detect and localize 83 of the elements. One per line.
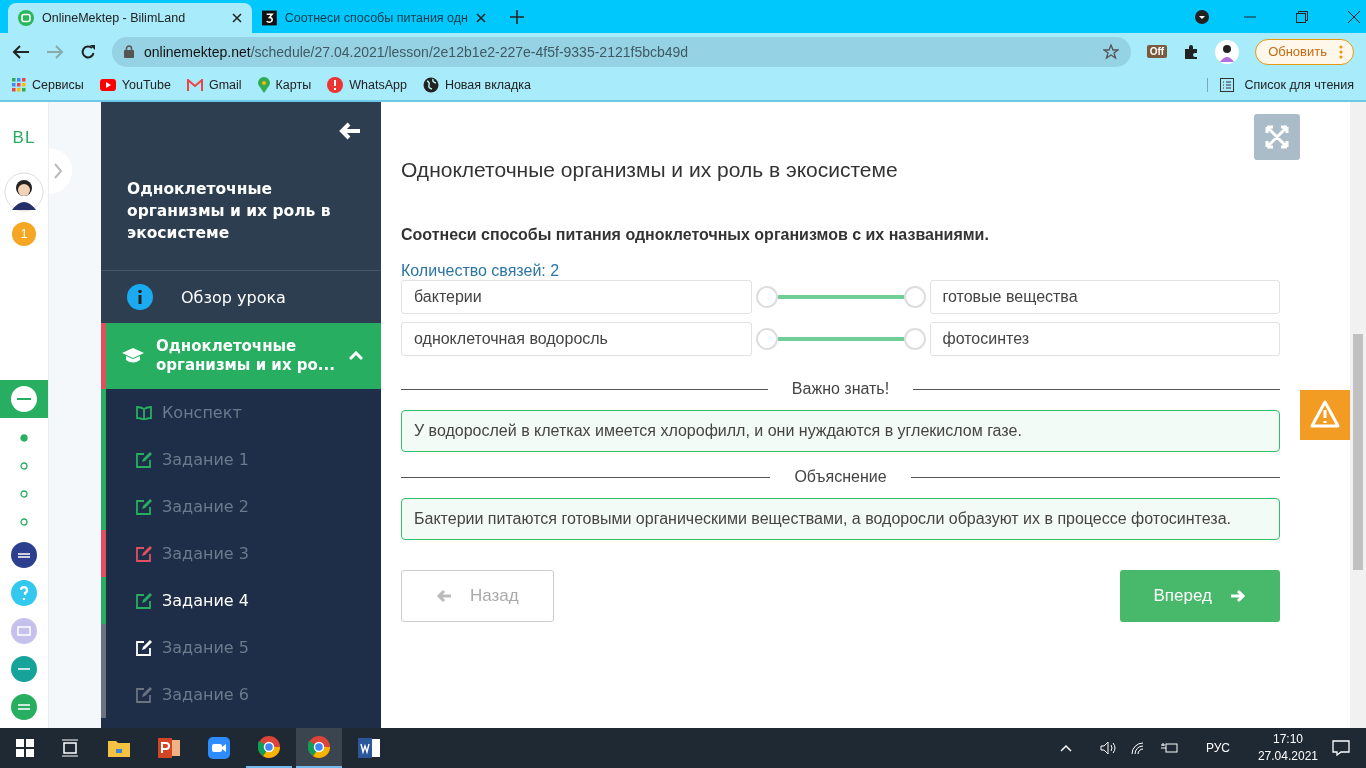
bookmark[interactable]: WhatsApp [327,77,407,93]
star-icon[interactable] [1102,43,1119,60]
lesson-title: Одноклеточные организмы и их роль в экосистеме [127,179,332,244]
restore-icon[interactable] [1296,10,1308,23]
app-circle-icon[interactable] [11,542,37,568]
alert-icon [327,77,344,93]
play-icon [99,79,116,91]
overview-item[interactable]: Обзор урока [101,271,381,323]
bookmark[interactable]: Сервисы [12,78,84,92]
browser-app-icon[interactable] [258,736,280,758]
match-option[interactable]: бактерии [401,280,752,314]
info-note: У водорослей в клетках имеется хлорофилл, и они нуждаются в углекислом газе. [401,410,1280,452]
section-divider-label: Объяснение [793,468,888,486]
globe-icon [422,77,439,93]
tab-search-icon[interactable] [1194,8,1210,25]
extension-off-badge[interactable]: Off [1146,45,1168,58]
question-text: Соотнеси способы питания одноклеточных организмов с их названиями. [401,226,990,244]
chevron-icon [349,351,363,361]
puzzle-icon[interactable] [1183,43,1200,60]
match-option[interactable]: фотосинтез [929,322,1280,356]
mail-icon [186,79,203,91]
edit-icon [136,451,152,468]
task-view-icon[interactable] [62,739,80,757]
close-icon[interactable] [1348,10,1360,23]
right-arrow-icon [1230,589,1246,603]
bookmark[interactable]: Новая вкладка [422,77,532,93]
word-app-icon[interactable] [358,738,380,758]
edit-icon [136,639,152,656]
edit-icon [136,498,152,515]
bookmark[interactable]: YouTube [99,78,171,92]
edit-icon [136,686,152,703]
site-icon [262,10,277,26]
battery-icon[interactable] [1159,742,1178,754]
new-tab-icon[interactable] [510,9,524,24]
browser-app-icon[interactable] [308,736,330,758]
chevron-up-icon[interactable] [1059,744,1072,752]
folder-icon[interactable] [108,739,130,757]
match-option[interactable]: одноклеточная водоросль [401,322,752,356]
explanation-note: Бактерии питаются готовыми органическими веществами, а водоросли образуют их в процессе фотосинтеза. [401,498,1280,540]
apps-grid-icon [12,78,26,92]
expand-handle[interactable] [49,148,75,194]
bookmark[interactable]: Gmail [186,78,242,92]
left-arrow-icon [436,589,452,603]
browser-tab[interactable]: Соотнеси способы питания одн [252,3,496,33]
site-icon [18,10,34,26]
map-pin-icon [257,77,270,93]
graduation-cap-icon [122,347,144,365]
video-camera-app-icon[interactable] [208,737,230,759]
list-icon [1220,78,1235,92]
windows-start-icon[interactable] [16,739,34,757]
slides-app-icon[interactable] [158,738,180,758]
reload-icon[interactable] [80,43,96,60]
bookmark[interactable]: Карты [257,77,312,93]
speaker-icon[interactable] [1099,741,1116,755]
notifications-icon[interactable] [1332,740,1350,756]
info-icon [127,284,153,310]
language-indicator[interactable]: РУС [1205,741,1230,755]
edit-icon [136,592,152,609]
scrollbar-thumb[interactable] [1353,334,1363,570]
edit-icon [136,545,152,562]
match-option[interactable]: готовые вещества [929,280,1280,314]
wifi-icon[interactable] [1129,741,1146,755]
profile-avatar-icon[interactable] [1215,39,1240,64]
address-bar[interactable]: onlinemektep.net/schedule/27.04.2021/lesson/2e12b1e2-227e-4f5f-9335-2121f5bcb49d [112,36,1131,67]
back-icon[interactable] [12,43,30,60]
lock-icon [124,45,134,58]
lesson-heading: Одноклеточные организмы и их роль в экосистеме [401,158,899,182]
close-icon[interactable] [476,13,486,23]
step-dot[interactable] [20,434,28,442]
more-icon [1339,44,1343,59]
update-button[interactable]: Обновить [1255,38,1354,65]
links-count: Количество связей: 2 [401,262,561,280]
section-divider-label: Важно знать! [790,380,891,398]
browser-tab[interactable]: OnlineMektep - BilimLand [8,3,252,33]
step-dot[interactable] [20,518,28,526]
avatar-icon[interactable] [4,172,44,212]
step-dot[interactable] [20,490,28,498]
close-icon[interactable] [232,13,242,23]
reading-list-button[interactable]: Список для чтения [1207,78,1354,92]
step-dot[interactable] [20,462,28,470]
back-arrow-icon[interactable] [339,122,361,140]
clock[interactable]: 17:10 27.04.2021 [1257,731,1318,765]
book-icon [136,405,152,420]
